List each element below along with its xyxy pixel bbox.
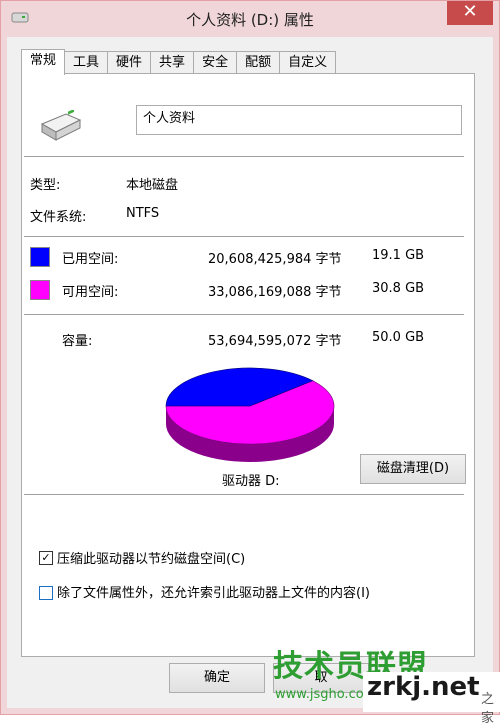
disk-cleanup-button[interactable]: 磁盘清理(D) [360,454,466,484]
ok-button[interactable]: 确定 [169,663,265,693]
watermark-site: zrkj.net [367,672,480,702]
used-space-bytes: 20,608,425,984 字节 [208,252,342,267]
free-space-size: 30.8 GB [372,281,425,296]
tab-hardware[interactable]: 硬件 [107,51,152,74]
tab-general[interactable]: 常规 [21,49,66,75]
close-button[interactable]: ✕ [447,1,493,25]
watermark-url: www.jsgho.com [275,687,377,702]
divider [24,494,464,496]
free-space-label: 可用空间: [62,285,119,300]
watermark-suffix: 之家 [481,692,495,726]
tab-quota[interactable]: 配额 [236,51,281,74]
divider [24,314,464,316]
type-value: 本地磁盘 [126,178,179,193]
tab-sharing[interactable]: 共享 [150,51,195,74]
used-space-size: 19.1 GB [372,248,425,263]
drive-letter-label: 驱动器 D: [222,474,280,489]
hard-drive-icon [40,110,82,141]
title-bar[interactable]: 个人资料 (D:) 属性 ✕ [1,1,499,37]
compress-label[interactable]: 压缩此驱动器以节约磁盘空间(C) [57,548,245,567]
compress-checkbox[interactable]: ✓ [39,551,53,565]
divider [24,236,464,238]
disk-usage-pie-chart [165,367,335,462]
drive-name-field[interactable] [136,105,462,135]
divider [24,156,464,158]
properties-window: 个人资料 (D:) 属性 ✕ 常规 工具 硬件 共享 安全 配额 自定义 个人资… [0,0,500,726]
filesystem-value: NTFS [126,206,160,221]
free-space-bytes: 33,086,169,088 字节 [208,285,342,300]
capacity-bytes: 53,694,595,072 字节 [208,334,342,349]
general-panel: 类型: 本地磁盘 文件系统: NTFS 已用空间: 20,608,425,984… [21,73,475,657]
filesystem-label: 文件系统: [30,210,87,225]
tab-strip: 常规 工具 硬件 共享 安全 配额 自定义 [21,49,337,75]
watermark-zrkj: zrkj.net 之家 [363,672,500,726]
used-space-label: 已用空间: [62,252,119,267]
drive-name-input[interactable] [141,108,455,125]
tab-customize[interactable]: 自定义 [279,51,337,74]
index-checkbox[interactable] [39,586,53,600]
tab-security[interactable]: 安全 [193,51,238,74]
window-title: 个人资料 (D:) 属性 [186,11,314,29]
tab-tools[interactable]: 工具 [64,51,109,74]
dialog-client: 常规 工具 硬件 共享 安全 配额 自定义 类型: 本地磁盘 文件系统: NT [7,37,493,708]
index-label[interactable]: 除了文件属性外，还允许索引此驱动器上文件的内容(I) [57,582,370,601]
free-space-swatch [30,280,50,300]
used-space-swatch [30,247,50,267]
capacity-label: 容量: [62,334,93,349]
type-label: 类型: [30,178,61,193]
capacity-size: 50.0 GB [372,330,425,345]
